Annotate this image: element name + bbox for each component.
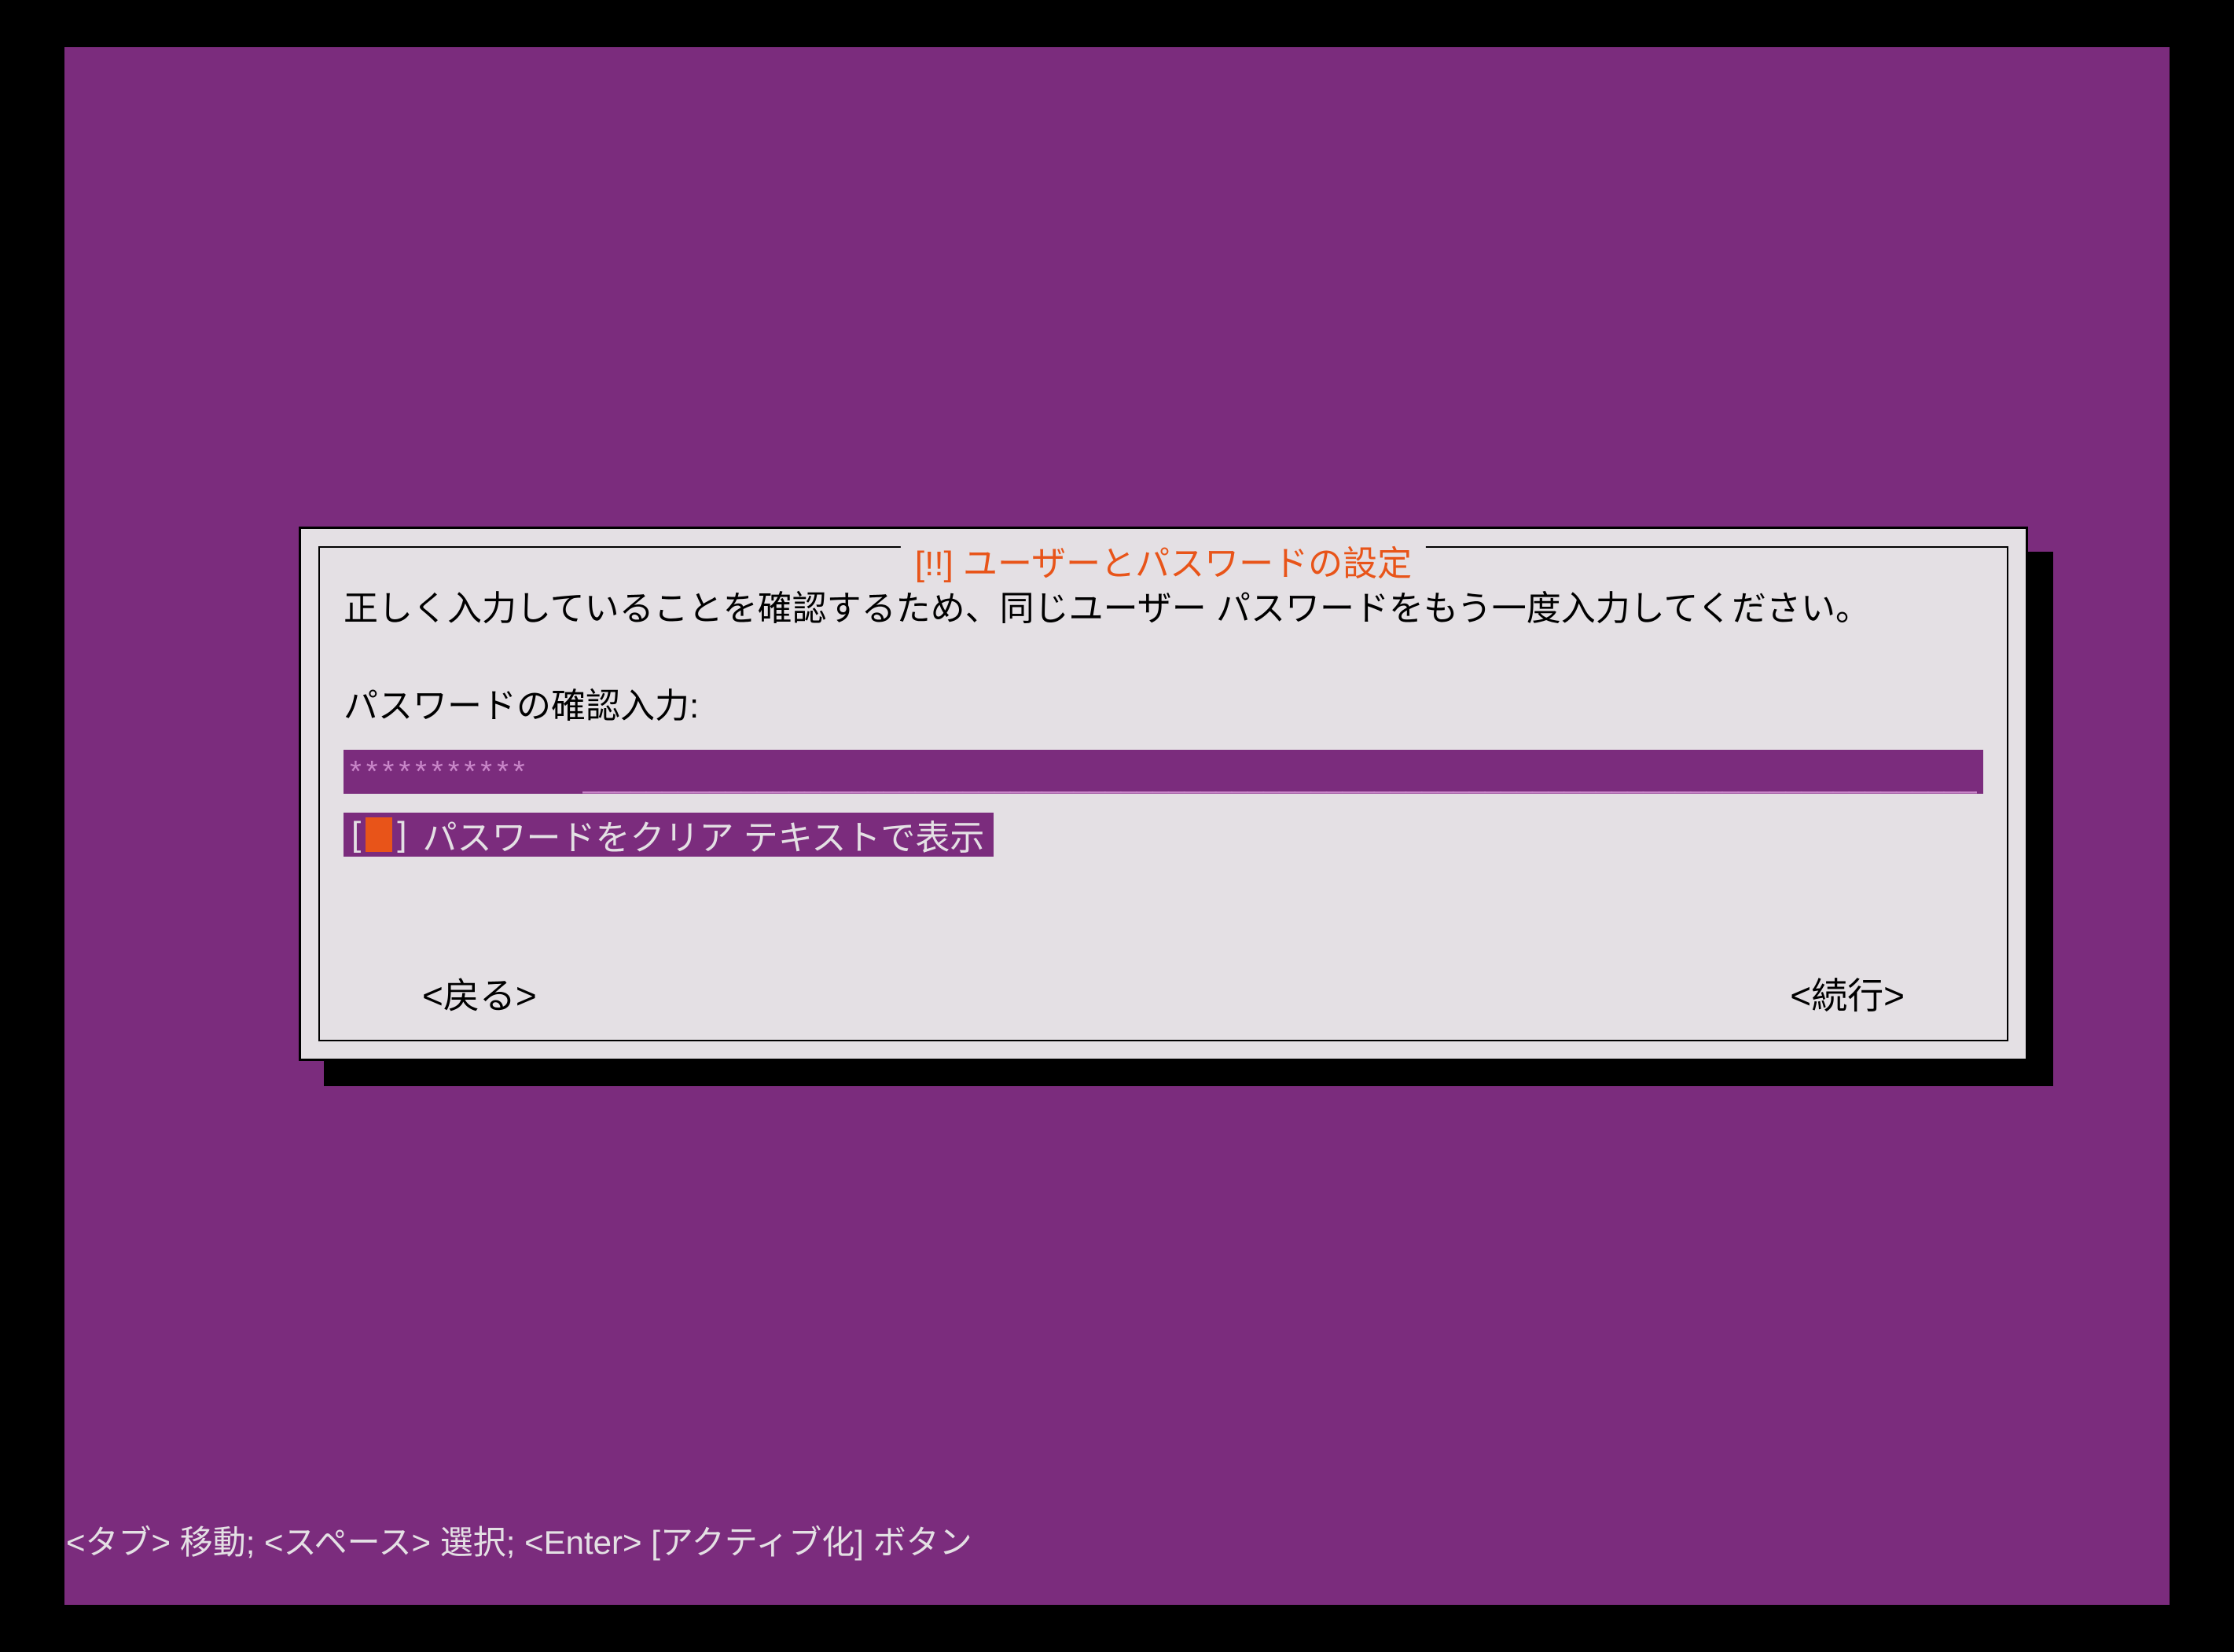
password-mask: *********** bbox=[350, 755, 530, 789]
dialog-body: 正しく入力していることを確認するため、同じユーザー パスワードをもう一度入力して… bbox=[344, 586, 1983, 1027]
input-underline: ________________________________________… bbox=[582, 762, 1977, 795]
password-field-label: パスワードの確認入力: bbox=[344, 677, 1983, 728]
bracket-close: ] bbox=[392, 815, 422, 854]
password-confirm-dialog: [!!] ユーザーとパスワードの設定 正しく入力していることを確認するため、同じ… bbox=[299, 527, 2028, 1061]
show-password-checkbox[interactable]: [ ] パスワードをクリア テキストで表示 bbox=[344, 813, 994, 857]
continue-button[interactable]: <続行> bbox=[1790, 967, 1905, 1019]
checkbox-cursor-icon bbox=[366, 817, 392, 852]
instruction-text: 正しく入力していることを確認するため、同じユーザー パスワードをもう一度入力して… bbox=[344, 586, 1983, 632]
back-button[interactable]: <戻る> bbox=[422, 967, 537, 1019]
bracket-open: [ bbox=[344, 815, 366, 854]
installer-screen: [!!] ユーザーとパスワードの設定 正しく入力していることを確認するため、同じ… bbox=[64, 47, 2170, 1605]
footer-help-text: <タブ> 移動; <スペース> 選択; <Enter> [アクティブ化] ボタン bbox=[64, 1516, 972, 1564]
checkbox-label: パスワードをクリア テキストで表示 bbox=[422, 809, 984, 860]
password-confirm-input[interactable]: *********** ____________________________… bbox=[344, 750, 1983, 794]
dialog-title: [!!] ユーザーとパスワードの設定 bbox=[901, 535, 1426, 586]
dialog-button-row: <戻る> <続行> bbox=[422, 967, 1905, 1019]
